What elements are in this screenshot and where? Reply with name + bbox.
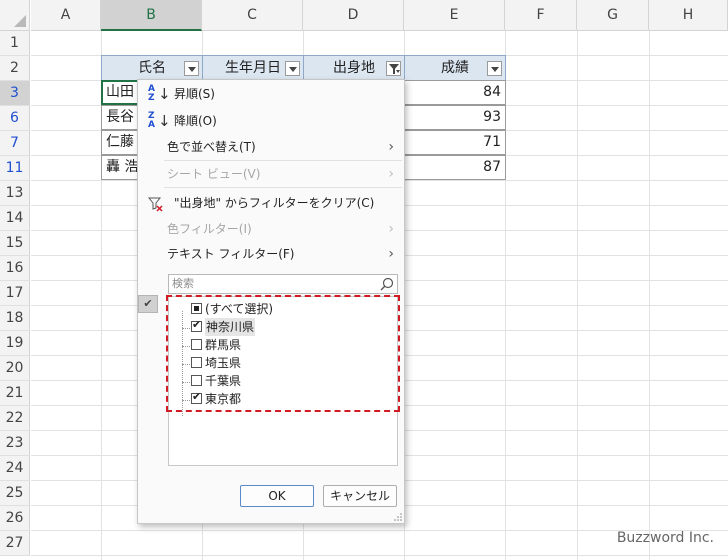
column-header-a[interactable]: A (31, 0, 101, 31)
row-header[interactable]: 3 (0, 81, 30, 106)
row-header[interactable]: 15 (0, 231, 30, 256)
row-header[interactable]: 24 (0, 456, 30, 481)
chevron-right-icon: › (388, 166, 394, 182)
menu-item-sort-by-color[interactable]: 色で並べ替え(T) › (138, 135, 404, 159)
row-header[interactable]: 22 (0, 406, 30, 431)
cancel-button[interactable]: キャンセル (323, 485, 397, 507)
row-header[interactable]: 6 (0, 106, 30, 131)
filter-dropdown-button[interactable] (285, 61, 300, 76)
menu-item-sheet-view: シート ビュー(V) › (138, 162, 404, 186)
chevron-down-icon (491, 67, 499, 72)
search-input[interactable]: 検索 (168, 274, 398, 294)
search-placeholder: 検索 (172, 277, 194, 290)
row-header[interactable]: 13 (0, 181, 30, 206)
row-header[interactable]: 1 (0, 31, 30, 56)
chevron-down-icon (289, 67, 297, 72)
header-label: 成績 (441, 60, 469, 76)
row-header[interactable]: 23 (0, 431, 30, 456)
chevron-down-icon (188, 67, 196, 72)
filter-dropdown-button[interactable] (487, 61, 502, 76)
menu-item-label: テキスト フィルター(F) (167, 247, 295, 261)
table-header-score: 成績 (404, 55, 506, 81)
chevron-right-icon: › (388, 221, 394, 237)
row-header[interactable]: 14 (0, 206, 30, 231)
menu-item-color-filter: 色フィルター(I) › (138, 217, 404, 241)
table-header-name: 氏名 (101, 55, 203, 81)
annotation-highlight-box (166, 295, 400, 412)
filter-dropdown-button[interactable] (184, 61, 199, 76)
resize-grip-icon[interactable] (394, 513, 402, 521)
menu-item-clear-filter[interactable]: "出身地" からフィルターをクリア(C) (138, 191, 404, 215)
row-header[interactable]: 27 (0, 531, 30, 556)
table-cell-score[interactable]: 93 (404, 105, 506, 130)
menu-item-sort-ascending[interactable]: A Z ↓ 昇順(S) (138, 82, 404, 106)
clear-filter-icon (148, 197, 163, 212)
header-label: 氏名 (138, 60, 166, 76)
row-header[interactable]: 16 (0, 256, 30, 281)
menu-item-text-filter[interactable]: テキスト フィルター(F) › (138, 242, 404, 266)
column-header-h[interactable]: H (649, 0, 728, 31)
select-all-corner[interactable] (0, 0, 30, 31)
column-header-b[interactable]: B (101, 0, 202, 31)
row-header[interactable]: 21 (0, 381, 30, 406)
menu-item-label: 降順(O) (174, 114, 217, 128)
sort-ascending-icon: A Z ↓ (148, 84, 171, 104)
column-header-g[interactable]: G (577, 0, 649, 31)
row-header[interactable]: 26 (0, 506, 30, 531)
search-icon (380, 277, 394, 291)
chevron-right-icon: › (388, 246, 394, 262)
column-header-f[interactable]: F (505, 0, 577, 31)
watermark: Buzzword Inc. (616, 530, 714, 546)
header-label: 出身地 (333, 60, 375, 76)
menu-item-label: "出身地" からフィルターをクリア(C) (174, 196, 375, 210)
menu-item-label: 色で並べ替え(T) (167, 140, 256, 154)
table-header-birthplace: 出身地 (303, 55, 405, 81)
row-header[interactable]: 11 (0, 156, 30, 181)
column-header-d[interactable]: D (303, 0, 404, 31)
menu-item-label: 昇順(S) (174, 87, 215, 101)
row-header[interactable]: 20 (0, 356, 30, 381)
row-header[interactable]: 25 (0, 481, 30, 506)
menu-item-sort-descending[interactable]: Z A ↓ 降順(O) (138, 109, 404, 133)
header-label: 生年月日 (225, 60, 281, 76)
row-header[interactable]: 2 (0, 56, 30, 81)
table-cell-score[interactable]: 84 (404, 80, 506, 105)
chevron-right-icon: › (388, 139, 394, 155)
column-header-e[interactable]: E (404, 0, 505, 31)
table-cell-score[interactable]: 87 (404, 155, 506, 180)
row-header[interactable]: 18 (0, 306, 30, 331)
table-cell-score[interactable]: 71 (404, 130, 506, 155)
table-header-birthdate: 生年月日 (202, 55, 304, 81)
checkmark-icon: ✔ (138, 295, 158, 313)
menu-item-label: 色フィルター(I) (167, 222, 252, 236)
row-header[interactable]: 17 (0, 281, 30, 306)
row-header[interactable]: 19 (0, 331, 30, 356)
menu-item-label: シート ビュー(V) (167, 167, 261, 181)
filter-active-button[interactable] (386, 61, 401, 76)
sort-descending-icon: Z A ↓ (148, 111, 171, 131)
column-header-c[interactable]: C (202, 0, 303, 31)
ok-button[interactable]: OK (240, 485, 314, 507)
row-header[interactable]: 7 (0, 131, 30, 156)
